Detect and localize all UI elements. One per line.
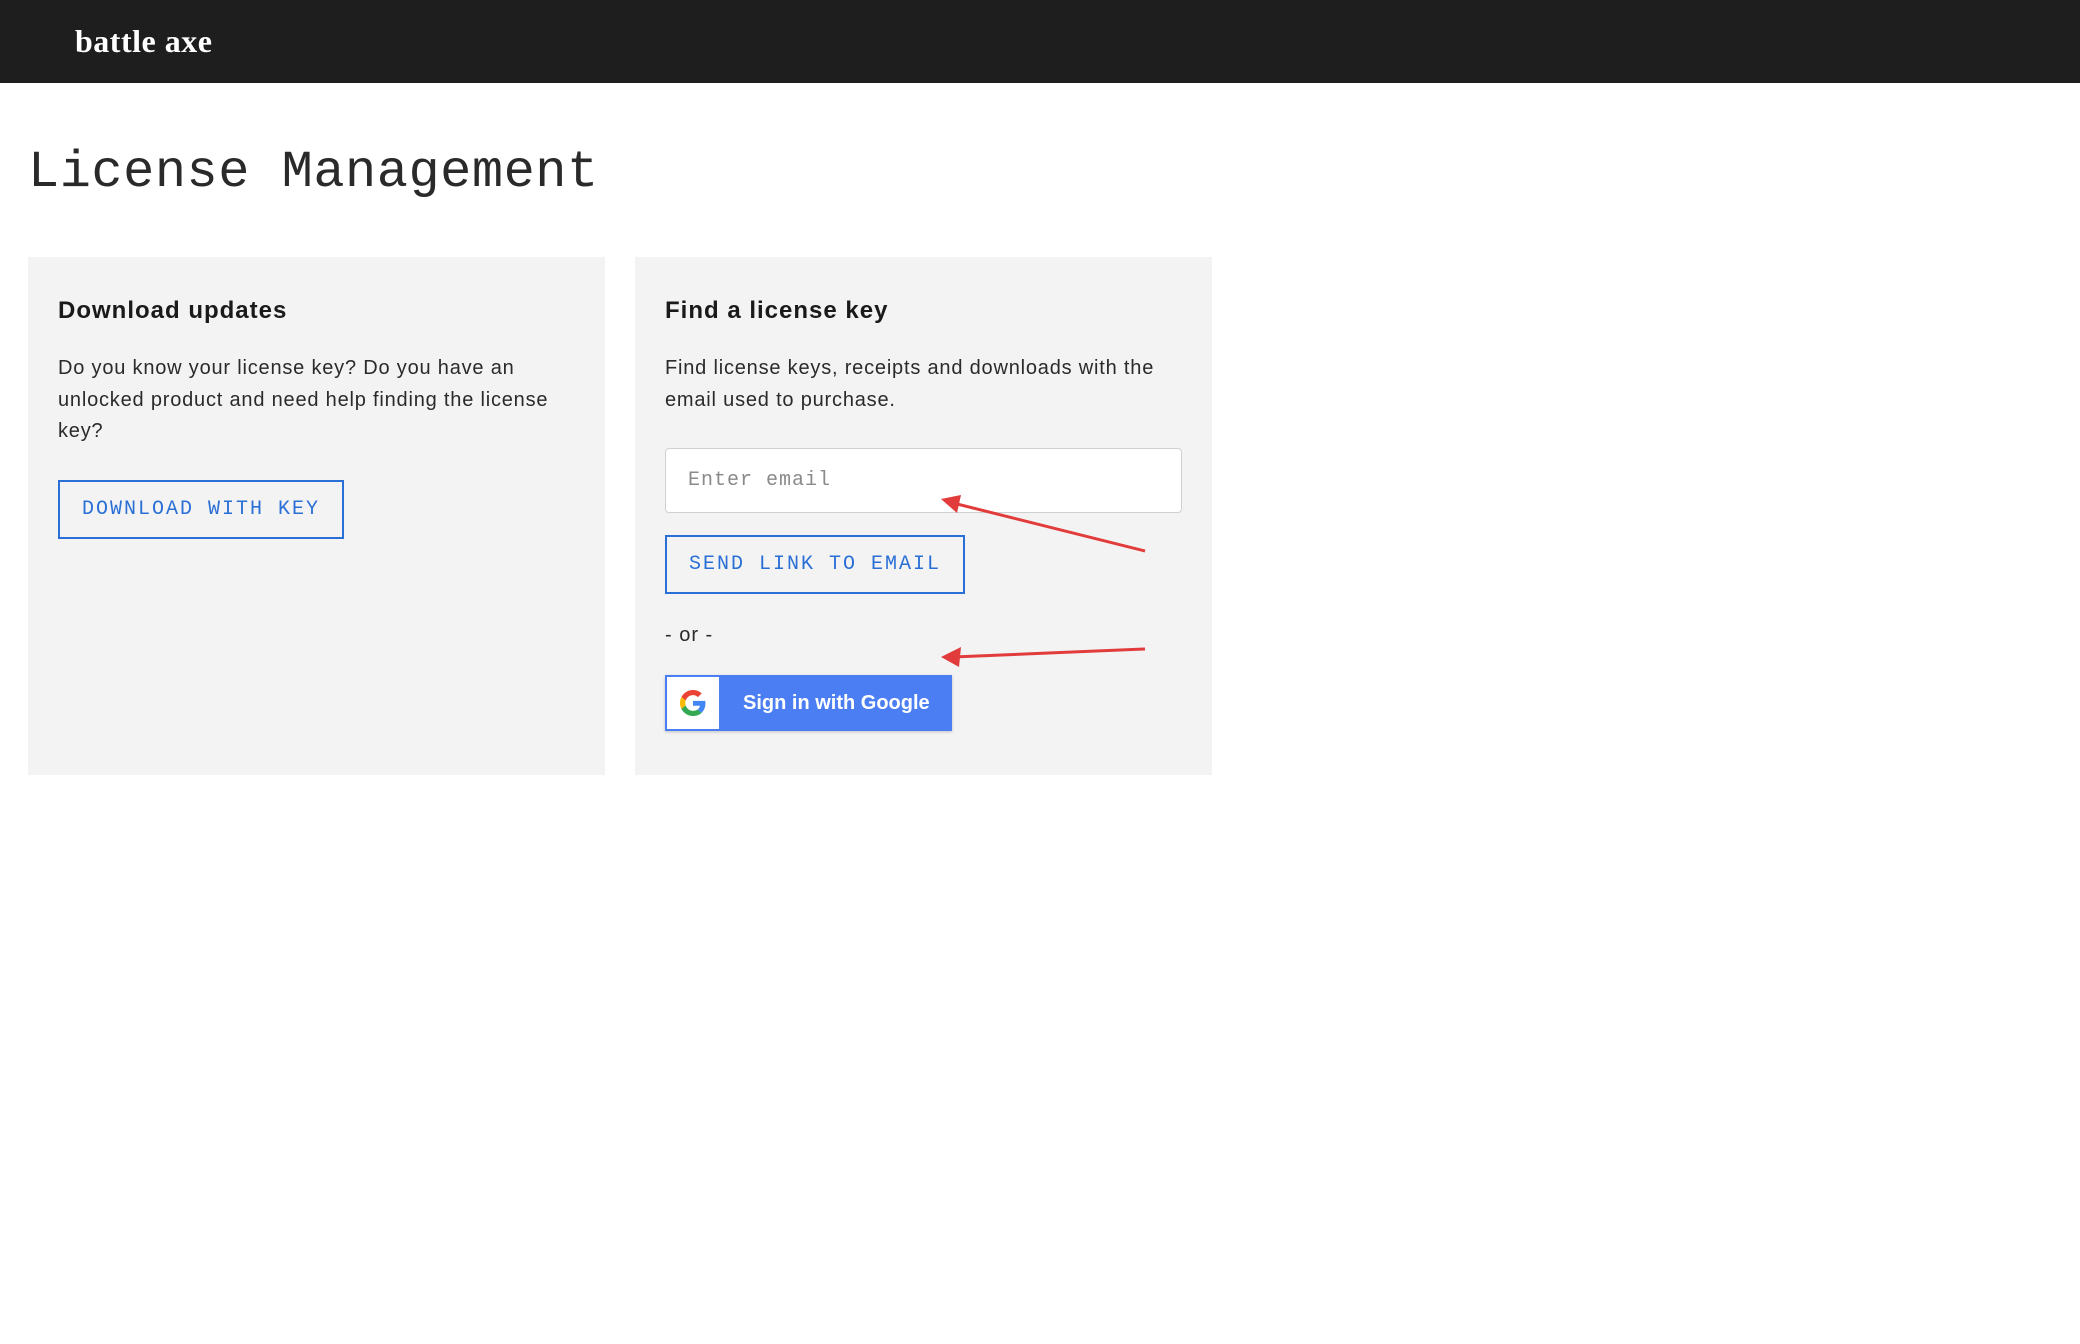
- google-icon: [667, 677, 719, 729]
- main-container: License Management Download updates Do y…: [0, 83, 1240, 815]
- card-download-body: Do you know your license key? Do you hav…: [58, 353, 575, 448]
- send-link-button[interactable]: SEND LINK TO EMAIL: [665, 535, 965, 594]
- card-find-body: Find license keys, receipts and download…: [665, 353, 1182, 416]
- card-find-title: Find a license key: [665, 297, 1182, 325]
- or-separator: - or -: [665, 624, 1182, 647]
- cards-row: Download updates Do you know your licens…: [28, 257, 1212, 775]
- app-header: battle axe: [0, 0, 2080, 83]
- card-download-title: Download updates: [58, 297, 575, 325]
- email-input[interactable]: [665, 448, 1182, 513]
- page-title: License Management: [28, 143, 1212, 202]
- card-find-license: Find a license key Find license keys, re…: [635, 257, 1212, 775]
- google-signin-button[interactable]: Sign in with Google: [665, 675, 952, 731]
- download-with-key-button[interactable]: DOWNLOAD WITH KEY: [58, 480, 344, 539]
- google-signin-label: Sign in with Google: [721, 675, 952, 731]
- card-download-updates: Download updates Do you know your licens…: [28, 257, 605, 775]
- brand-logo: battle axe: [75, 23, 212, 60]
